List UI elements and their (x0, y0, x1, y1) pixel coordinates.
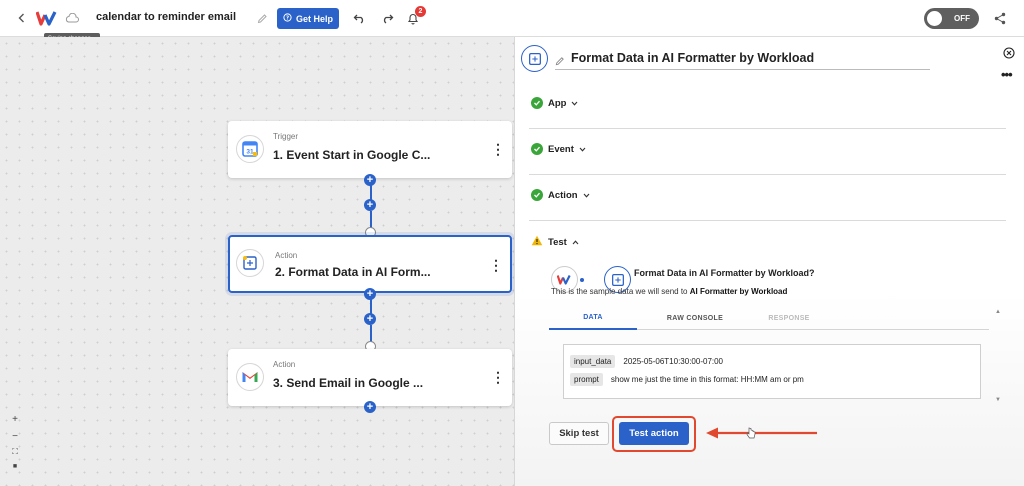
edit-title-pencil-icon[interactable] (256, 12, 268, 24)
svg-text:31: 31 (246, 149, 254, 156)
step-config-panel: Format Data in AI Formatter by Workload … (514, 37, 1024, 486)
node-menu-icon[interactable]: ⋮ (491, 370, 505, 384)
section-label: Event (548, 143, 574, 155)
section-app[interactable]: App (531, 97, 578, 109)
back-arrow-icon[interactable] (14, 10, 30, 26)
toggle-knob (927, 11, 942, 26)
ai-formatter-icon (521, 45, 548, 72)
lock-icon[interactable]: ■ (13, 463, 17, 470)
section-divider (529, 220, 1006, 221)
node-menu-icon[interactable]: ⋮ (489, 258, 503, 272)
mouse-cursor-icon (746, 427, 756, 439)
zoom-controls: + − ⛶ ■ (6, 411, 24, 473)
tab-data[interactable]: DATA (549, 306, 637, 330)
workflow-canvas[interactable]: 31 Trigger 1. Event Start in Google C...… (0, 37, 514, 486)
redo-icon[interactable] (380, 11, 394, 25)
skip-test-button[interactable]: Skip test (549, 422, 609, 445)
node-menu-icon[interactable]: ⋮ (491, 142, 505, 156)
warning-icon (531, 235, 543, 249)
test-note-prefix: This is the sample data we will send to (551, 287, 688, 296)
workflow-node-action-email[interactable]: Action 3. Send Email in Google ... ⋮ (228, 349, 512, 406)
chevron-up-icon (572, 237, 579, 248)
data-value: show me just the time in this format: HH… (610, 375, 804, 384)
add-step-button[interactable]: + (364, 313, 376, 325)
cloud-sync-icon (65, 12, 79, 24)
sample-data-box: input_data 2025-05-06T10:30:00-07:00 pro… (563, 344, 981, 399)
chevron-down-icon (579, 144, 586, 155)
data-row: prompt show me just the time in this for… (570, 373, 804, 386)
more-options-icon[interactable]: ••• (1001, 68, 1013, 81)
data-row: input_data 2025-05-06T10:30:00-07:00 (570, 355, 723, 368)
share-icon[interactable] (993, 11, 1007, 25)
data-key: input_data (570, 355, 616, 368)
test-action-button[interactable]: Test action (619, 422, 689, 445)
node-type-label: Action (275, 251, 298, 260)
test-note: This is the sample data we will send to … (551, 287, 787, 296)
test-question: Format Data in AI Formatter by Workload? (634, 268, 815, 278)
notification-count-badge: 2 (415, 6, 426, 17)
test-note-target: AI Formatter by Workload (689, 287, 788, 296)
node-title: 3. Send Email in Google ... (273, 376, 424, 390)
scroll-up-arrow[interactable]: ▲ (995, 309, 1001, 315)
fit-view-icon[interactable]: ⛶ (12, 447, 18, 457)
ai-formatter-icon (236, 249, 264, 277)
node-type-label: Action (273, 360, 296, 369)
top-bar: calendar to reminder email ? Get Help 2 … (0, 0, 1024, 44)
close-panel-icon[interactable] (1003, 46, 1015, 59)
section-divider (529, 128, 1006, 129)
complete-check-icon (531, 97, 543, 109)
node-title: 2. Format Data in AI Form... (275, 265, 431, 279)
step-title[interactable]: Format Data in AI Formatter by Workload (571, 51, 814, 65)
google-calendar-icon: 31 (236, 135, 264, 163)
section-event[interactable]: Event (531, 143, 586, 155)
toggle-label: OFF (954, 14, 970, 23)
section-label: Test (548, 236, 567, 248)
workflow-title[interactable]: calendar to reminder email (96, 11, 236, 23)
connection-dot (580, 278, 584, 282)
workflow-on-off-toggle[interactable]: OFF (924, 8, 979, 29)
node-title: 1. Event Start in Google C... (273, 148, 431, 162)
node-type-label: Trigger (273, 132, 299, 141)
get-help-button[interactable]: ? Get Help (277, 8, 339, 29)
svg-text:?: ? (286, 16, 289, 22)
chevron-down-icon (583, 190, 590, 201)
section-action[interactable]: Action (531, 189, 590, 201)
tab-response[interactable]: RESPONSE (739, 306, 839, 330)
data-value: 2025-05-06T10:30:00-07:00 (623, 357, 724, 366)
undo-icon[interactable] (352, 11, 366, 25)
scroll-down-arrow[interactable]: ▼ (995, 397, 1001, 403)
data-key: prompt (570, 373, 603, 386)
add-step-button[interactable]: + (364, 199, 376, 211)
gmail-icon (236, 363, 264, 391)
zoom-in-button[interactable]: + (12, 414, 18, 425)
workload-logo-icon[interactable] (36, 9, 60, 27)
get-help-label: Get Help (295, 13, 333, 24)
chevron-down-icon (571, 98, 578, 109)
edit-step-name-pencil-icon[interactable] (555, 53, 566, 66)
annotation-arrow (706, 427, 817, 439)
help-circle-icon: ? (283, 13, 292, 24)
section-label: App (548, 97, 567, 109)
complete-check-icon (531, 143, 543, 155)
complete-check-icon (531, 189, 543, 201)
zoom-out-button[interactable]: − (12, 431, 18, 442)
tab-raw-console[interactable]: RAW CONSOLE (645, 306, 745, 330)
workflow-node-action-selected[interactable]: Action 2. Format Data in AI Form... ⋮ (228, 235, 512, 293)
section-test[interactable]: Test (531, 235, 579, 249)
section-divider (529, 174, 1006, 175)
title-underline (555, 69, 930, 70)
section-label: Action (548, 189, 578, 201)
add-step-button[interactable]: + (364, 401, 376, 413)
test-tabs: DATA RAW CONSOLE RESPONSE (549, 306, 989, 330)
workflow-node-trigger[interactable]: 31 Trigger 1. Event Start in Google C...… (228, 121, 512, 178)
